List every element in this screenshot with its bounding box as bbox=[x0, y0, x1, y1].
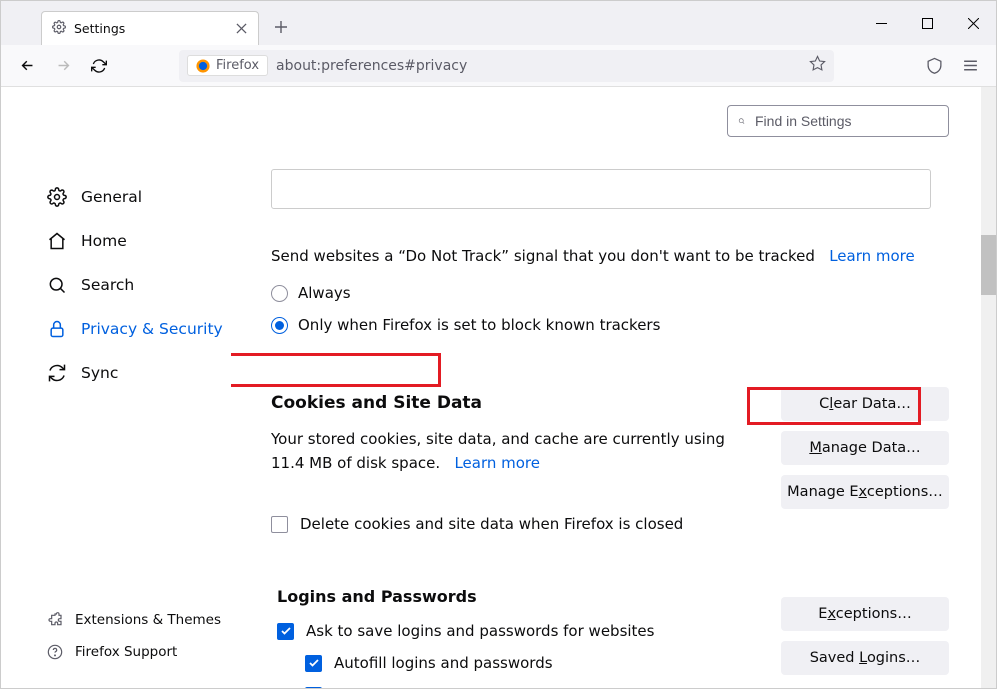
checkbox-label: Ask to save logins and passwords for web… bbox=[306, 622, 654, 640]
back-button[interactable] bbox=[11, 50, 43, 82]
sidebar-item-home[interactable]: Home bbox=[1, 219, 231, 263]
radio-label: Only when Firefox is set to block known … bbox=[298, 316, 660, 334]
find-in-settings[interactable] bbox=[727, 105, 949, 137]
sidebar-item-label: Firefox Support bbox=[75, 644, 177, 660]
identity-label: Firefox bbox=[216, 58, 259, 73]
scrollbar-thumb[interactable] bbox=[981, 235, 996, 295]
identity-box[interactable]: Firefox bbox=[187, 55, 268, 76]
checkbox-icon bbox=[271, 516, 288, 533]
new-tab-button[interactable] bbox=[267, 13, 295, 41]
checkbox-icon bbox=[277, 623, 294, 640]
gear-icon bbox=[47, 187, 67, 207]
radio-label: Always bbox=[298, 284, 351, 302]
logins-exceptions-button[interactable]: Exceptions… bbox=[781, 597, 949, 631]
saved-logins-button[interactable]: Saved Logins… bbox=[781, 641, 949, 675]
lock-icon bbox=[47, 319, 67, 339]
pocket-button[interactable] bbox=[918, 50, 950, 82]
tab-title: Settings bbox=[74, 21, 125, 36]
sidebar-item-label: Search bbox=[81, 276, 134, 294]
title-bar: Settings bbox=[1, 1, 996, 45]
reload-button[interactable] bbox=[83, 50, 115, 82]
close-window-button[interactable] bbox=[950, 1, 996, 45]
url-text: about:preferences#privacy bbox=[276, 58, 801, 74]
window-controls bbox=[858, 1, 996, 45]
checkbox-label: Autofill logins and passwords bbox=[334, 654, 553, 672]
suggest-passwords-checkbox[interactable]: Suggest and generate strong passwords bbox=[305, 686, 949, 688]
sync-icon bbox=[47, 363, 67, 383]
app-menu-button[interactable] bbox=[954, 50, 986, 82]
manage-data-button[interactable]: Manage Data… bbox=[781, 431, 949, 465]
sidebar-item-label: General bbox=[81, 188, 142, 206]
help-icon bbox=[47, 644, 63, 660]
sidebar-item-sync[interactable]: Sync bbox=[1, 351, 231, 395]
search-icon bbox=[47, 275, 67, 295]
settings-main-panel: Send websites a “Do Not Track” signal th… bbox=[231, 87, 981, 688]
sidebar-item-label: Sync bbox=[81, 364, 118, 382]
content-blocking-widget bbox=[271, 169, 931, 209]
browser-tab[interactable]: Settings bbox=[41, 11, 259, 45]
checkbox-icon bbox=[305, 655, 322, 672]
sidebar-item-label: Privacy & Security bbox=[81, 320, 223, 338]
firefox-icon bbox=[196, 59, 210, 73]
nav-toolbar: Firefox about:preferences#privacy bbox=[1, 45, 996, 87]
forward-button[interactable] bbox=[47, 50, 79, 82]
sidebar-support[interactable]: Firefox Support bbox=[1, 636, 231, 668]
puzzle-icon bbox=[47, 612, 63, 628]
manage-exceptions-button[interactable]: Manage Exceptions… bbox=[781, 475, 949, 509]
sidebar-extensions[interactable]: Extensions & Themes bbox=[1, 604, 231, 636]
cookies-description: Your stored cookies, site data, and cach… bbox=[271, 427, 761, 475]
find-in-settings-input[interactable] bbox=[753, 112, 938, 130]
checkbox-label: Suggest and generate strong passwords bbox=[334, 686, 637, 688]
home-icon bbox=[47, 231, 67, 251]
bookmark-star-icon[interactable] bbox=[809, 55, 826, 76]
radio-icon bbox=[271, 285, 288, 302]
sidebar-item-privacy[interactable]: Privacy & Security bbox=[1, 307, 231, 351]
dnt-learn-more-link[interactable]: Learn more bbox=[829, 247, 915, 265]
sidebar-item-label: Extensions & Themes bbox=[75, 612, 221, 628]
dnt-block-known-radio[interactable]: Only when Firefox is set to block known … bbox=[271, 309, 949, 341]
close-tab-icon[interactable] bbox=[234, 22, 248, 36]
dnt-description: Send websites a “Do Not Track” signal th… bbox=[271, 247, 931, 265]
radio-icon bbox=[271, 317, 288, 334]
dnt-always-radio[interactable]: Always bbox=[271, 277, 949, 309]
address-bar[interactable]: Firefox about:preferences#privacy bbox=[179, 50, 834, 82]
minimize-button[interactable] bbox=[858, 1, 904, 45]
search-icon bbox=[738, 114, 745, 128]
sidebar-item-label: Home bbox=[81, 232, 127, 250]
sidebar-item-search[interactable]: Search bbox=[1, 263, 231, 307]
sidebar-item-general[interactable]: General bbox=[1, 175, 231, 219]
checkbox-label: Delete cookies and site data when Firefo… bbox=[300, 515, 683, 533]
delete-on-close-checkbox[interactable]: Delete cookies and site data when Firefo… bbox=[271, 515, 949, 533]
annotation-box bbox=[231, 353, 441, 387]
gear-icon bbox=[52, 20, 66, 37]
settings-sidebar: General Home Search Privacy & Security S… bbox=[1, 87, 231, 688]
clear-data-button[interactable]: Clear Data… bbox=[781, 387, 949, 421]
checkbox-icon bbox=[305, 687, 322, 689]
cookies-learn-more-link[interactable]: Learn more bbox=[454, 454, 540, 472]
scrollbar[interactable] bbox=[981, 87, 996, 688]
maximize-button[interactable] bbox=[904, 1, 950, 45]
